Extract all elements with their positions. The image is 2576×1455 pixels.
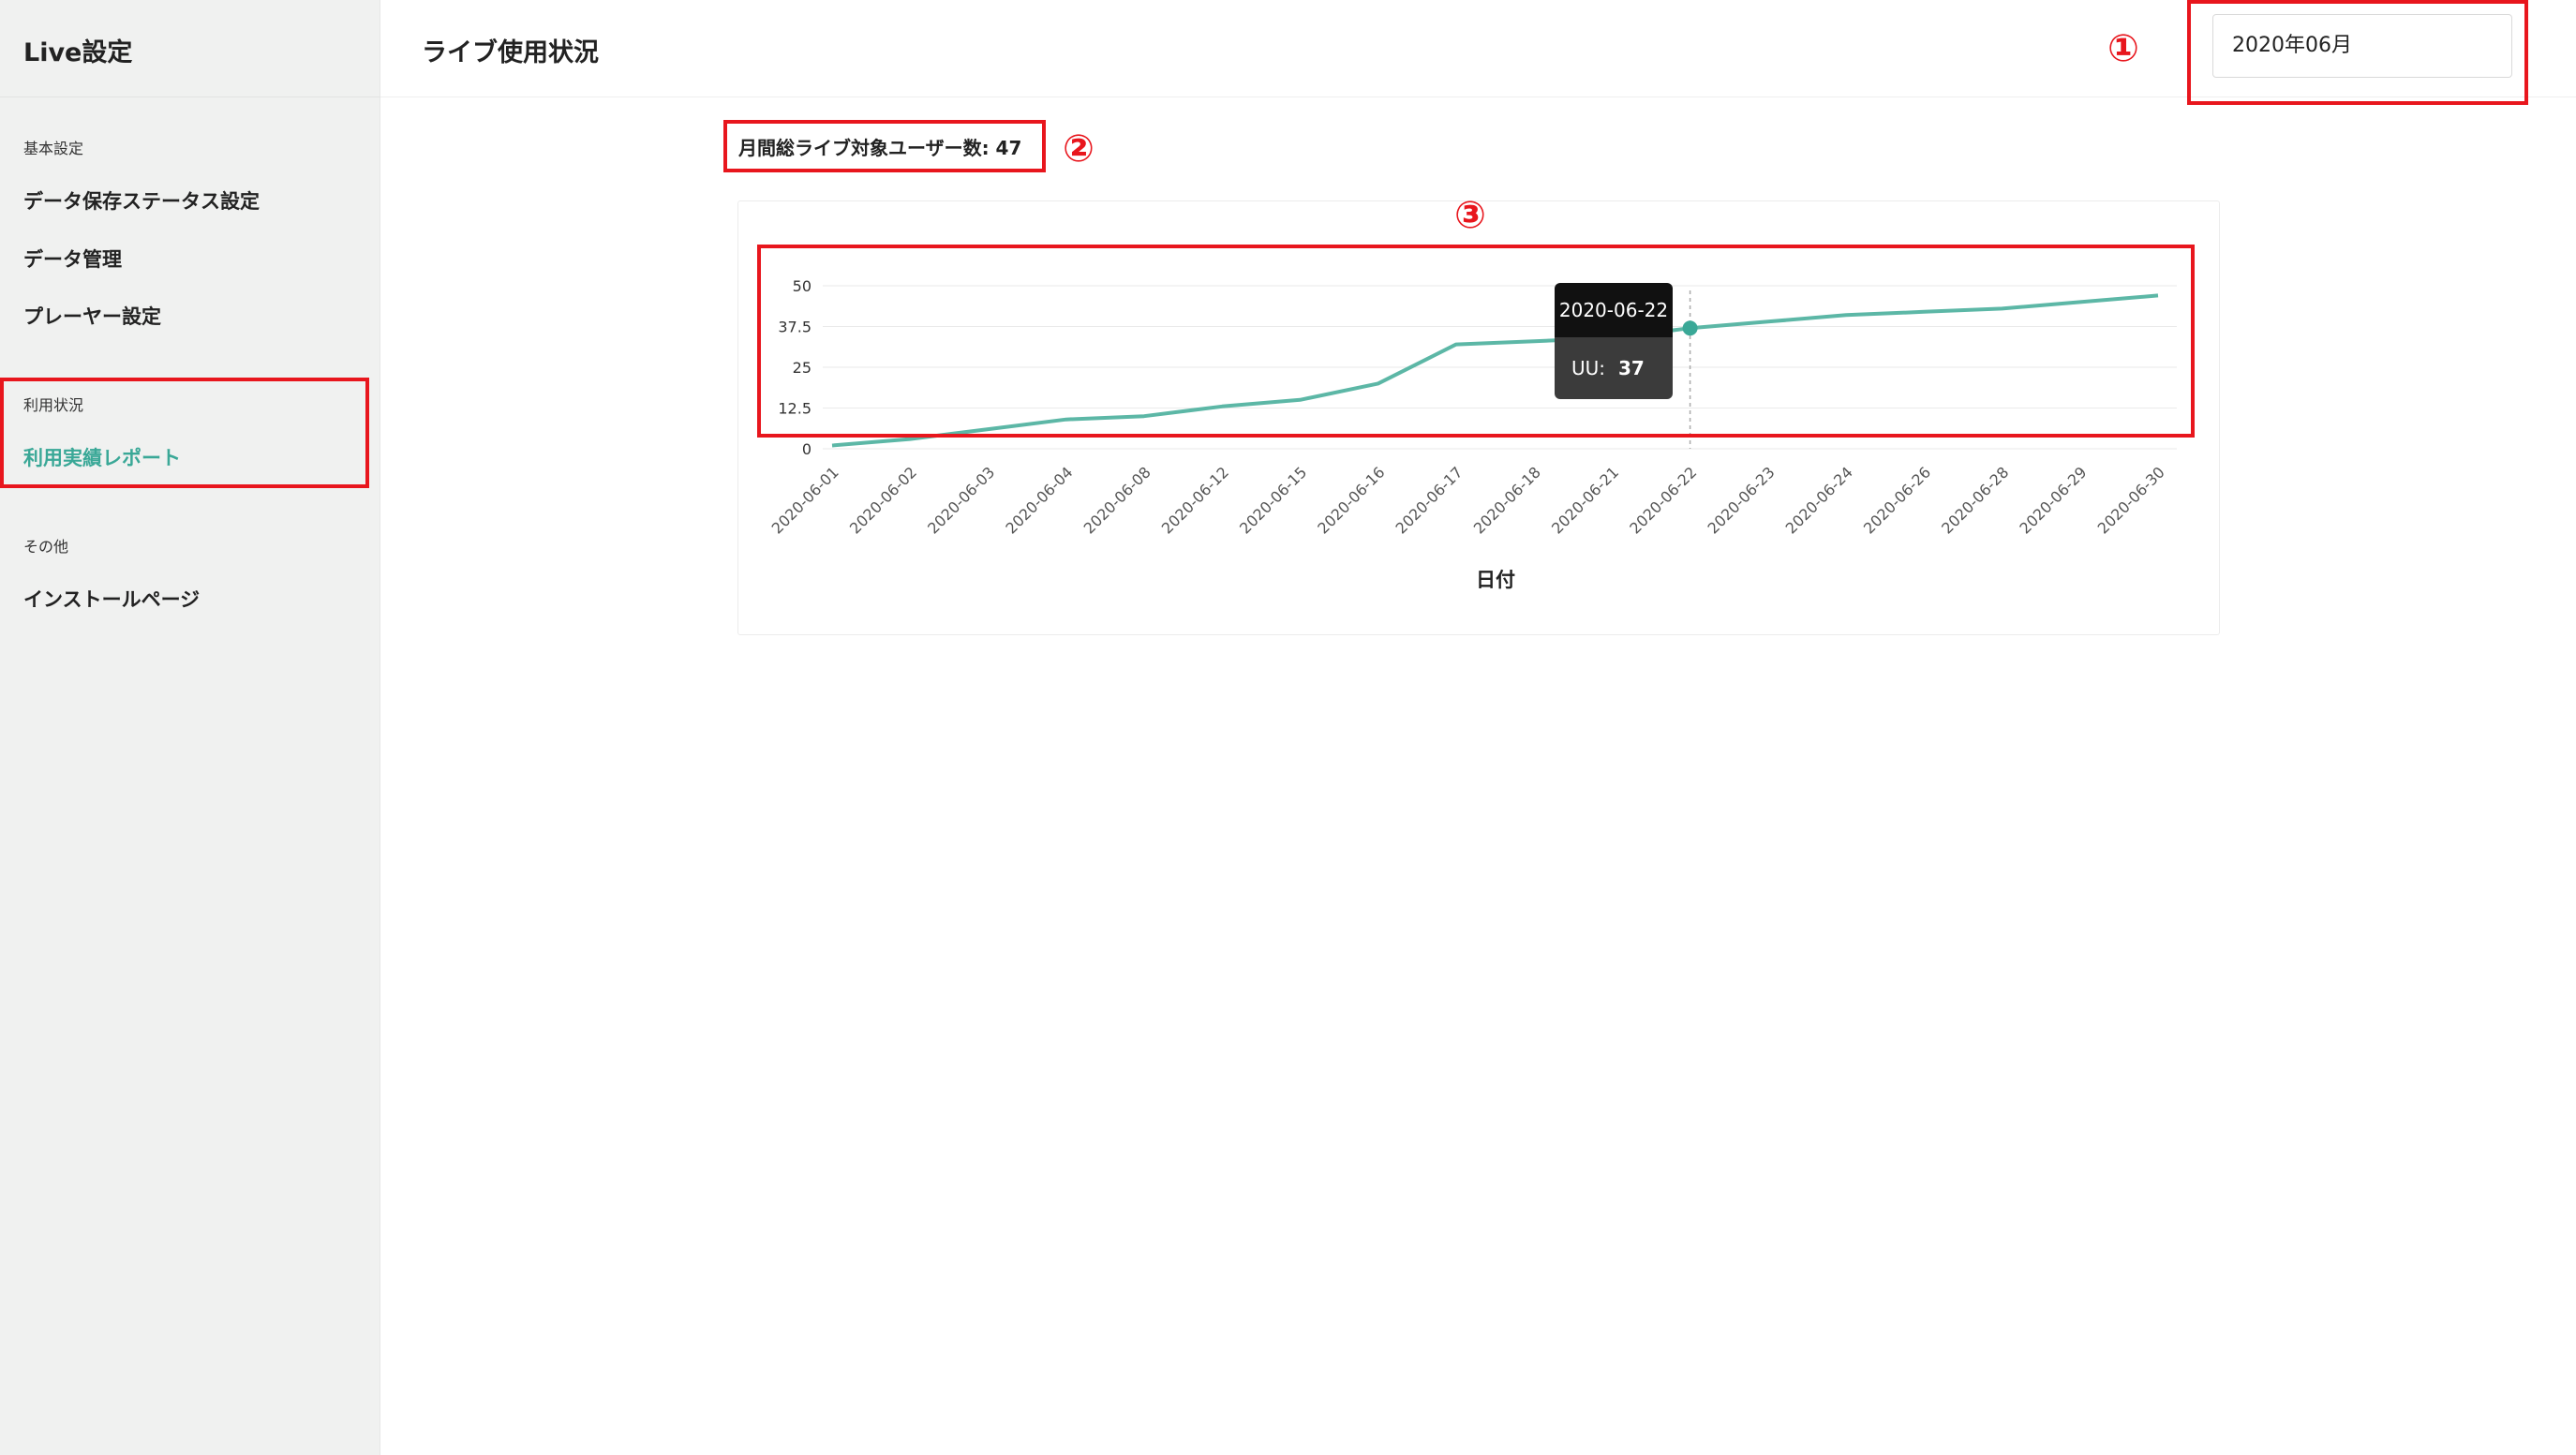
annotation-box-month-select (2187, 0, 2528, 105)
x-tick-label: 2020-06-18 (1470, 463, 1544, 537)
sidebar-item-player-settings[interactable]: プレーヤー設定 (23, 302, 161, 330)
x-tick-label: 2020-06-04 (1002, 463, 1076, 537)
annotation-marker-1: ① (2107, 27, 2139, 70)
section-label-other: その他 (23, 538, 69, 556)
x-tick-label: 2020-06-12 (1158, 463, 1232, 537)
sidebar-item-install-page[interactable]: インストールページ (23, 585, 200, 613)
annotation-marker-3: ③ (1454, 194, 1486, 237)
x-tick-label: 2020-06-08 (1080, 463, 1154, 537)
x-tick-label: 2020-06-23 (1704, 463, 1778, 537)
section-label-basic: 基本設定 (23, 140, 84, 157)
x-tick-label: 2020-06-24 (1782, 463, 1856, 537)
sidebar: Live設定 基本設定 データ保存ステータス設定 データ管理 プレーヤー設定 利… (0, 0, 380, 1455)
x-tick-label: 2020-06-17 (1392, 463, 1467, 537)
x-tick-label: 2020-06-16 (1314, 463, 1388, 537)
x-tick-label: 2020-06-21 (1548, 463, 1622, 537)
x-tick-label: 2020-06-29 (2016, 463, 2090, 537)
annotation-box-total-users (723, 120, 1046, 172)
app-title: Live設定 (23, 38, 133, 67)
annotation-box-usage-report (0, 378, 369, 488)
x-axis-label: 日付 (1476, 569, 1515, 591)
x-tick-label: 2020-06-28 (1938, 463, 2012, 537)
x-tick-label: 2020-06-02 (846, 463, 920, 537)
sidebar-item-data-save-status[interactable]: データ保存ステータス設定 (23, 186, 260, 215)
y-tick-label: 0 (802, 440, 812, 458)
x-tick-label: 2020-06-01 (768, 463, 842, 537)
x-tick-label: 2020-06-22 (1626, 463, 1700, 537)
sidebar-item-data-management[interactable]: データ管理 (23, 245, 122, 273)
x-tick-label: 2020-06-15 (1236, 463, 1310, 537)
annotation-box-chart (757, 245, 2195, 438)
x-tick-label: 2020-06-26 (1860, 463, 1934, 537)
annotation-marker-2: ② (1063, 127, 1094, 171)
x-tick-label: 2020-06-30 (2094, 463, 2168, 537)
page-title: ライブ使用状況 (422, 38, 599, 67)
x-tick-label: 2020-06-03 (924, 463, 998, 537)
